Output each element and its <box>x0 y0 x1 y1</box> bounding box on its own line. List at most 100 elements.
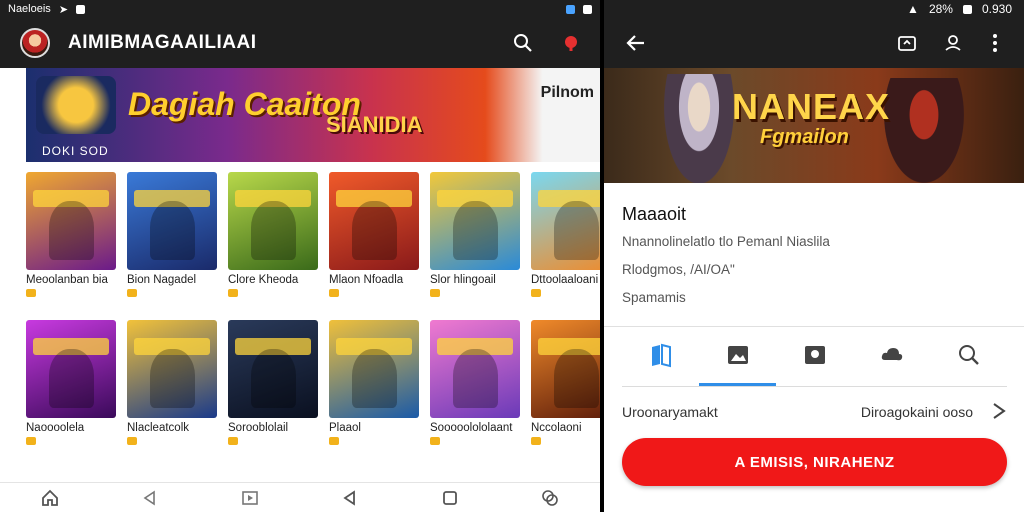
avatar[interactable] <box>20 28 50 58</box>
game-cover-art <box>228 320 318 418</box>
game-card[interactable]: Mlaon Nfoadla <box>329 172 419 297</box>
rating-badge-icon <box>329 437 339 445</box>
game-meta <box>430 289 520 297</box>
game-card[interactable]: Dttoolaaloani <box>531 172 600 297</box>
info-row[interactable]: Uroonaryamakt Diroagokaini ooso <box>622 398 1007 426</box>
location-icon: ➤ <box>58 3 69 16</box>
tab-book[interactable] <box>622 332 699 386</box>
notification-icon <box>76 4 86 14</box>
rating-badge-icon <box>127 289 137 297</box>
bottom-nav <box>0 482 600 512</box>
tab-search[interactable] <box>930 332 1007 386</box>
game-meta <box>329 437 419 445</box>
banner-side-label: Pilnom <box>540 84 594 101</box>
game-cover-art <box>531 172 600 270</box>
game-meta <box>26 437 116 445</box>
battery-icon <box>962 4 972 14</box>
game-card[interactable]: Bion Nagadel <box>127 172 217 297</box>
game-cover-art <box>531 320 600 418</box>
rating-badge-icon <box>329 289 339 297</box>
game-title: Nlacleatcolk <box>127 422 189 434</box>
signal-icon: ▲ <box>907 2 919 16</box>
notification-bell-icon[interactable] <box>556 28 586 58</box>
game-card[interactable]: Naoooolela <box>26 320 116 445</box>
sim-icon <box>566 4 575 14</box>
game-title: Dttoolaaloani <box>531 274 599 286</box>
left-screen: Naeloeis ➤ AIMIBMAGAAILIAAI Dagiah Caait… <box>0 0 600 512</box>
install-button[interactable]: A EMISIS, NIRAHENZ <box>622 438 1007 486</box>
game-cover-art <box>430 172 520 270</box>
search-icon[interactable] <box>508 28 538 58</box>
rating-badge-icon <box>531 437 541 445</box>
game-card[interactable]: Plaaol <box>329 320 419 445</box>
more-vert-icon[interactable] <box>980 28 1010 58</box>
banner-logo <box>36 76 116 134</box>
app-bar: AIMIBMAGAAILIAAI <box>0 18 600 68</box>
search-icon <box>957 343 981 372</box>
hero-banner-title: NANEAX <box>732 86 891 127</box>
game-title: Slor hlingoail <box>430 274 496 286</box>
app-notification-icon <box>583 4 592 14</box>
game-title: Nccolaoni <box>531 422 582 434</box>
recents-icon[interactable] <box>238 486 262 510</box>
back-icon[interactable] <box>338 486 362 510</box>
rating-badge-icon <box>26 437 36 445</box>
rating-badge-icon <box>228 289 238 297</box>
info-row-right: Diroagokaini ooso <box>860 404 973 420</box>
tab-image[interactable] <box>699 332 776 386</box>
gallery-icon <box>802 342 828 373</box>
share-icon[interactable] <box>892 28 922 58</box>
game-card[interactable]: Nccolaoni <box>531 320 600 445</box>
game-card[interactable]: Meoolanban bia <box>26 172 116 297</box>
home-icon[interactable] <box>38 486 62 510</box>
image-icon <box>725 342 751 373</box>
tab-gallery[interactable] <box>776 332 853 386</box>
arrow-back-icon[interactable] <box>622 29 650 57</box>
game-title: Naoooolela <box>26 422 85 434</box>
game-card[interactable]: Slor hlingoail <box>430 172 520 297</box>
carrier-label: Naeloeis <box>8 3 51 15</box>
tab-cloud[interactable] <box>853 332 930 386</box>
game-card[interactable]: Sorooblolail <box>228 320 318 445</box>
hero-banner-subtitle: Fgmailon <box>760 126 849 148</box>
rating-badge-icon <box>531 289 541 297</box>
game-card[interactable]: Clore Kheoda <box>228 172 318 297</box>
game-row-1: Meoolanban bia Bion Nagadel Clore Kheoda Ml… <box>26 172 600 297</box>
game-meta <box>531 289 600 297</box>
battery-label: 28% <box>928 2 953 16</box>
chevron-right-icon <box>991 402 1007 423</box>
info-row-left: Uroonaryamakt <box>622 404 718 420</box>
detail-tabs <box>622 332 1007 386</box>
game-title: Sorooblolail <box>228 422 289 434</box>
game-meta <box>228 289 318 297</box>
game-cover-art <box>228 172 318 270</box>
square-icon[interactable] <box>438 486 462 510</box>
game-title: Bion Nagadel <box>127 274 197 286</box>
rating-badge-icon <box>430 289 440 297</box>
app-name: Maaaoit <box>622 204 687 224</box>
game-cover-art <box>329 320 419 418</box>
account-icon[interactable] <box>938 28 968 58</box>
game-title: Mlaon Nfoadla <box>329 274 404 286</box>
game-card[interactable]: Sooooolololaant <box>430 320 520 445</box>
game-cover-art <box>329 172 419 270</box>
game-meta <box>430 437 520 445</box>
app-ratings: Rlodgmos, /AI/OA" <box>622 262 735 277</box>
status-bar: Naeloeis ➤ <box>0 0 600 18</box>
hero-character-art <box>664 74 734 183</box>
game-cover-art <box>127 320 217 418</box>
game-meta <box>26 289 116 297</box>
game-card[interactable]: Nlacleatcolk <box>127 320 217 445</box>
featured-banner[interactable]: Dagiah Caaiton SIANIDIA Pilnom DOKI SOD <box>26 68 600 162</box>
status-bar: ▲ 28% 0.930 <box>604 0 1024 18</box>
multi-window-icon[interactable] <box>538 486 562 510</box>
game-row-2: Naoooolela Nlacleatcolk Sorooblolail Plaaol… <box>26 320 600 445</box>
app-type: Spamamis <box>622 290 686 305</box>
time-label: 0.930 <box>981 2 1012 16</box>
app-bar <box>604 18 1024 68</box>
game-title: Clore Kheoda <box>228 274 299 286</box>
divider <box>604 326 1024 327</box>
back-icon[interactable] <box>138 486 162 510</box>
game-cover-art <box>26 172 116 270</box>
rating-badge-icon <box>228 437 238 445</box>
